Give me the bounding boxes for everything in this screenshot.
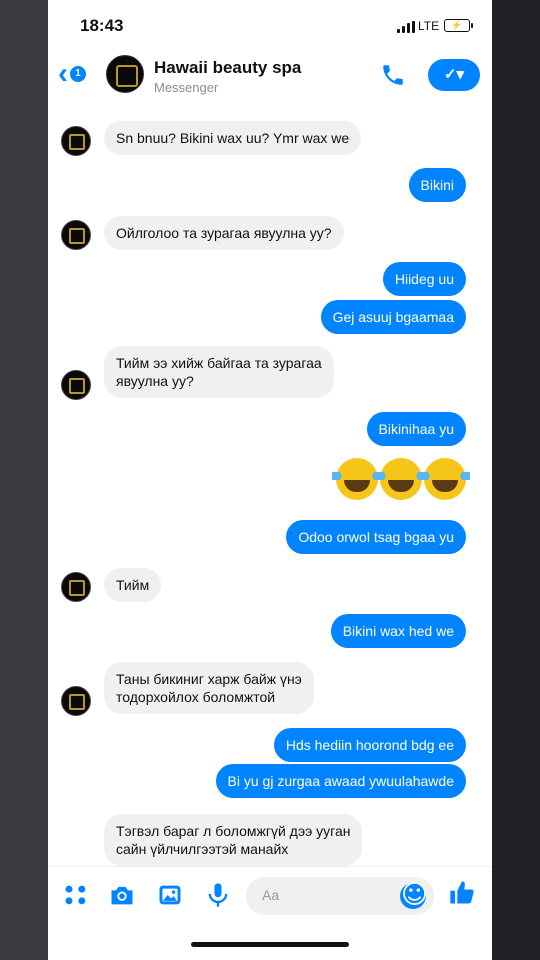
back-button[interactable]: ‹ 1	[58, 57, 86, 90]
emoji-icon[interactable]	[400, 881, 428, 909]
message-bubble-incoming[interactable]: Тийм ээ хийж байгаа та зурагаа явуулна у…	[104, 346, 334, 398]
video-call-button[interactable]: ✓▾	[428, 59, 480, 91]
camera-icon[interactable]	[108, 881, 136, 909]
face-with-tears-of-joy-icon	[332, 458, 382, 500]
chevron-left-icon: ‹	[58, 57, 68, 90]
message-line: Тэгвэл бараг л боломжгүй дээ ууган	[116, 823, 351, 839]
contact-avatar[interactable]	[61, 686, 91, 716]
message-bubble-incoming[interactable]: Тийм	[104, 568, 162, 602]
status-time: 18:43	[80, 16, 124, 35]
right-backdrop	[492, 0, 540, 960]
check-icon: ✓▾	[443, 66, 465, 83]
chat-name[interactable]: Hawaii beauty spa	[154, 58, 301, 78]
face-with-tears-of-joy-icon	[376, 458, 426, 500]
message-composer: Aa	[48, 866, 492, 924]
message-line: сайн үйлчилгээтэй манайх	[116, 841, 289, 857]
input-placeholder: Aa	[262, 887, 280, 903]
chat-subtitle: Messenger	[154, 80, 219, 95]
message-line: Тийм ээ хийж байгаа та зурагаа	[116, 355, 322, 371]
contact-avatar[interactable]	[61, 370, 91, 400]
status-bar: 18:43 LTE ⚡	[48, 0, 492, 50]
message-bubble-incoming[interactable]: Ойлголоо та зурагаа явуулна уу?	[104, 216, 344, 250]
microphone-icon[interactable]	[204, 881, 232, 909]
phone-screen: 18:43 LTE ⚡ ‹ 1 Hawaii beauty spa Messen…	[48, 0, 492, 960]
message-line: Таны бикиниг харж байж үнэ	[116, 671, 302, 687]
contact-avatar[interactable]	[61, 220, 91, 250]
message-bubble-outgoing[interactable]: Bikini	[408, 168, 466, 202]
battery-charging-icon: ⚡	[444, 19, 473, 32]
message-bubble-outgoing[interactable]: Gej asuuj bgaamaa	[320, 300, 466, 334]
message-bubble-incoming[interactable]: Таны бикиниг харж байж үнэ тодорхойлох б…	[104, 662, 314, 714]
thumbs-up-icon[interactable]	[448, 879, 476, 907]
message-line: тодорхойлох боломжтой	[116, 689, 276, 705]
emoji-message[interactable]	[332, 458, 470, 500]
avatar[interactable]	[106, 55, 144, 93]
message-line: явуулна уу?	[116, 373, 194, 389]
face-with-tears-of-joy-icon	[420, 458, 470, 500]
message-bubble-incoming[interactable]: Тэгвэл бараг л боломжгүй дээ ууган сайн …	[104, 814, 363, 866]
contact-avatar[interactable]	[61, 572, 91, 602]
home-indicator[interactable]	[191, 942, 349, 947]
message-bubble-outgoing[interactable]: Odoo orwol tsag bgaa yu	[286, 520, 466, 554]
contact-avatar[interactable]	[61, 126, 91, 156]
message-bubble-outgoing[interactable]: Hiideg uu	[382, 262, 466, 296]
message-bubble-outgoing[interactable]: Hds hediin hoorond bdg ee	[273, 728, 466, 762]
unread-badge: 1	[70, 66, 86, 82]
signal-icon	[397, 21, 415, 33]
image-icon[interactable]	[156, 881, 184, 909]
left-backdrop	[0, 0, 48, 960]
message-bubble-incoming[interactable]: Sn bnuu? Bikini wax uu? Ymr wax we	[104, 121, 362, 155]
chat-header: ‹ 1 Hawaii beauty spa Messenger ✓▾	[48, 50, 492, 106]
network-label: LTE	[418, 19, 440, 33]
message-bubble-outgoing[interactable]: Bikini wax hed we	[330, 614, 466, 648]
phone-call-icon[interactable]	[380, 62, 406, 88]
message-bubble-outgoing[interactable]: Bikinihaa yu	[366, 412, 466, 446]
apps-icon[interactable]	[62, 881, 90, 909]
message-bubble-outgoing[interactable]: Bi yu gj zurgaa awaad ywuulahawde	[215, 764, 466, 798]
